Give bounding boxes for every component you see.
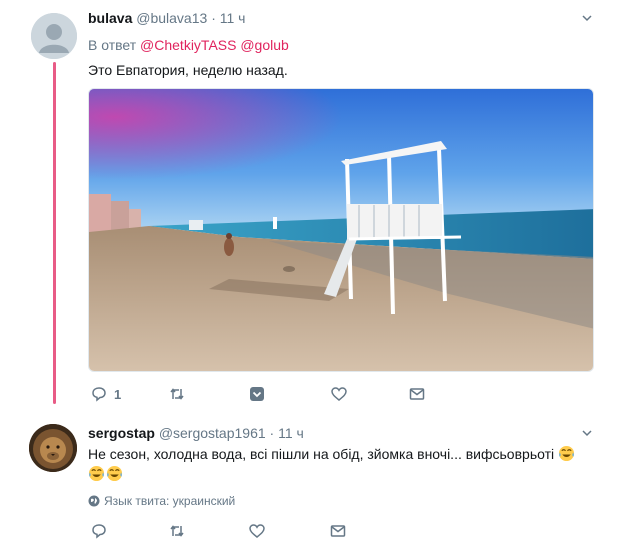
globe-icon xyxy=(88,495,100,507)
mention-link[interactable]: @golub xyxy=(240,37,288,53)
avatar[interactable] xyxy=(31,13,77,59)
chevron-down-icon[interactable] xyxy=(582,13,592,23)
avatar[interactable] xyxy=(29,424,77,472)
reply-icon xyxy=(92,524,106,539)
author-name[interactable]: bulava xyxy=(88,10,132,26)
reply-prefix: В ответ xyxy=(88,37,137,53)
direct-message-icon xyxy=(330,525,346,537)
timestamp[interactable]: 11 ч xyxy=(278,425,304,441)
retweet-icon xyxy=(170,525,184,537)
reply-count: 1 xyxy=(114,386,122,402)
heart-badge-icon xyxy=(250,387,264,401)
like-button[interactable] xyxy=(330,383,348,405)
thread-line xyxy=(53,62,56,404)
default-avatar-icon xyxy=(31,13,77,59)
tweet-header: sergostap @sergostap1961 · 11 ч xyxy=(88,425,304,441)
like-icon xyxy=(331,387,347,401)
reply-button[interactable]: 1 xyxy=(90,383,121,405)
direct-message-icon xyxy=(409,388,425,400)
tweet-text: Это Евпатория, неделю назад. xyxy=(88,62,288,78)
retweet-button[interactable] xyxy=(168,520,186,542)
reply-icon xyxy=(92,387,106,402)
tears-of-joy-emoji-icon xyxy=(558,445,575,462)
retweet-button[interactable] xyxy=(168,383,186,405)
tweet-header: bulava @bulava13 · 11 ч xyxy=(88,10,245,26)
author-name[interactable]: sergostap xyxy=(88,425,155,441)
separator-dot: · xyxy=(269,425,275,441)
direct-message-button[interactable] xyxy=(329,520,347,542)
like-icon xyxy=(249,524,265,538)
reply-button[interactable] xyxy=(90,520,108,542)
author-handle[interactable]: @sergostap1961 xyxy=(159,425,266,441)
tweet-language-label[interactable]: Язык твита: украинский xyxy=(104,494,235,508)
mention-link[interactable]: @ChetkiyTASS xyxy=(140,37,236,53)
reply-context: В ответ @ChetkiyTASS @golub xyxy=(88,37,289,53)
tweet-text-content: Не сезон, холодна вода, всі пішли на обі… xyxy=(88,446,555,462)
tears-of-joy-emoji-icon xyxy=(106,465,123,482)
chevron-down-icon[interactable] xyxy=(582,428,592,438)
tweet-actions xyxy=(88,520,448,542)
retweet-icon xyxy=(170,388,184,400)
author-handle[interactable]: @bulava13 xyxy=(136,10,207,26)
tweet-actions: 1 xyxy=(88,383,448,405)
tears-of-joy-emoji-icon xyxy=(88,465,105,482)
lion-avatar-image xyxy=(29,424,77,472)
beach-image xyxy=(89,89,593,371)
timestamp[interactable]: 11 ч xyxy=(220,10,246,26)
tweet-photo[interactable] xyxy=(88,88,594,372)
separator-dot: · xyxy=(211,10,216,26)
tweet-text: Не сезон, холодна вода, всі пішли на обі… xyxy=(88,444,588,484)
like-button[interactable] xyxy=(248,520,266,542)
tweet-language: Язык твита: украинский xyxy=(88,494,235,508)
share-button[interactable] xyxy=(248,383,266,405)
direct-message-button[interactable] xyxy=(408,383,426,405)
